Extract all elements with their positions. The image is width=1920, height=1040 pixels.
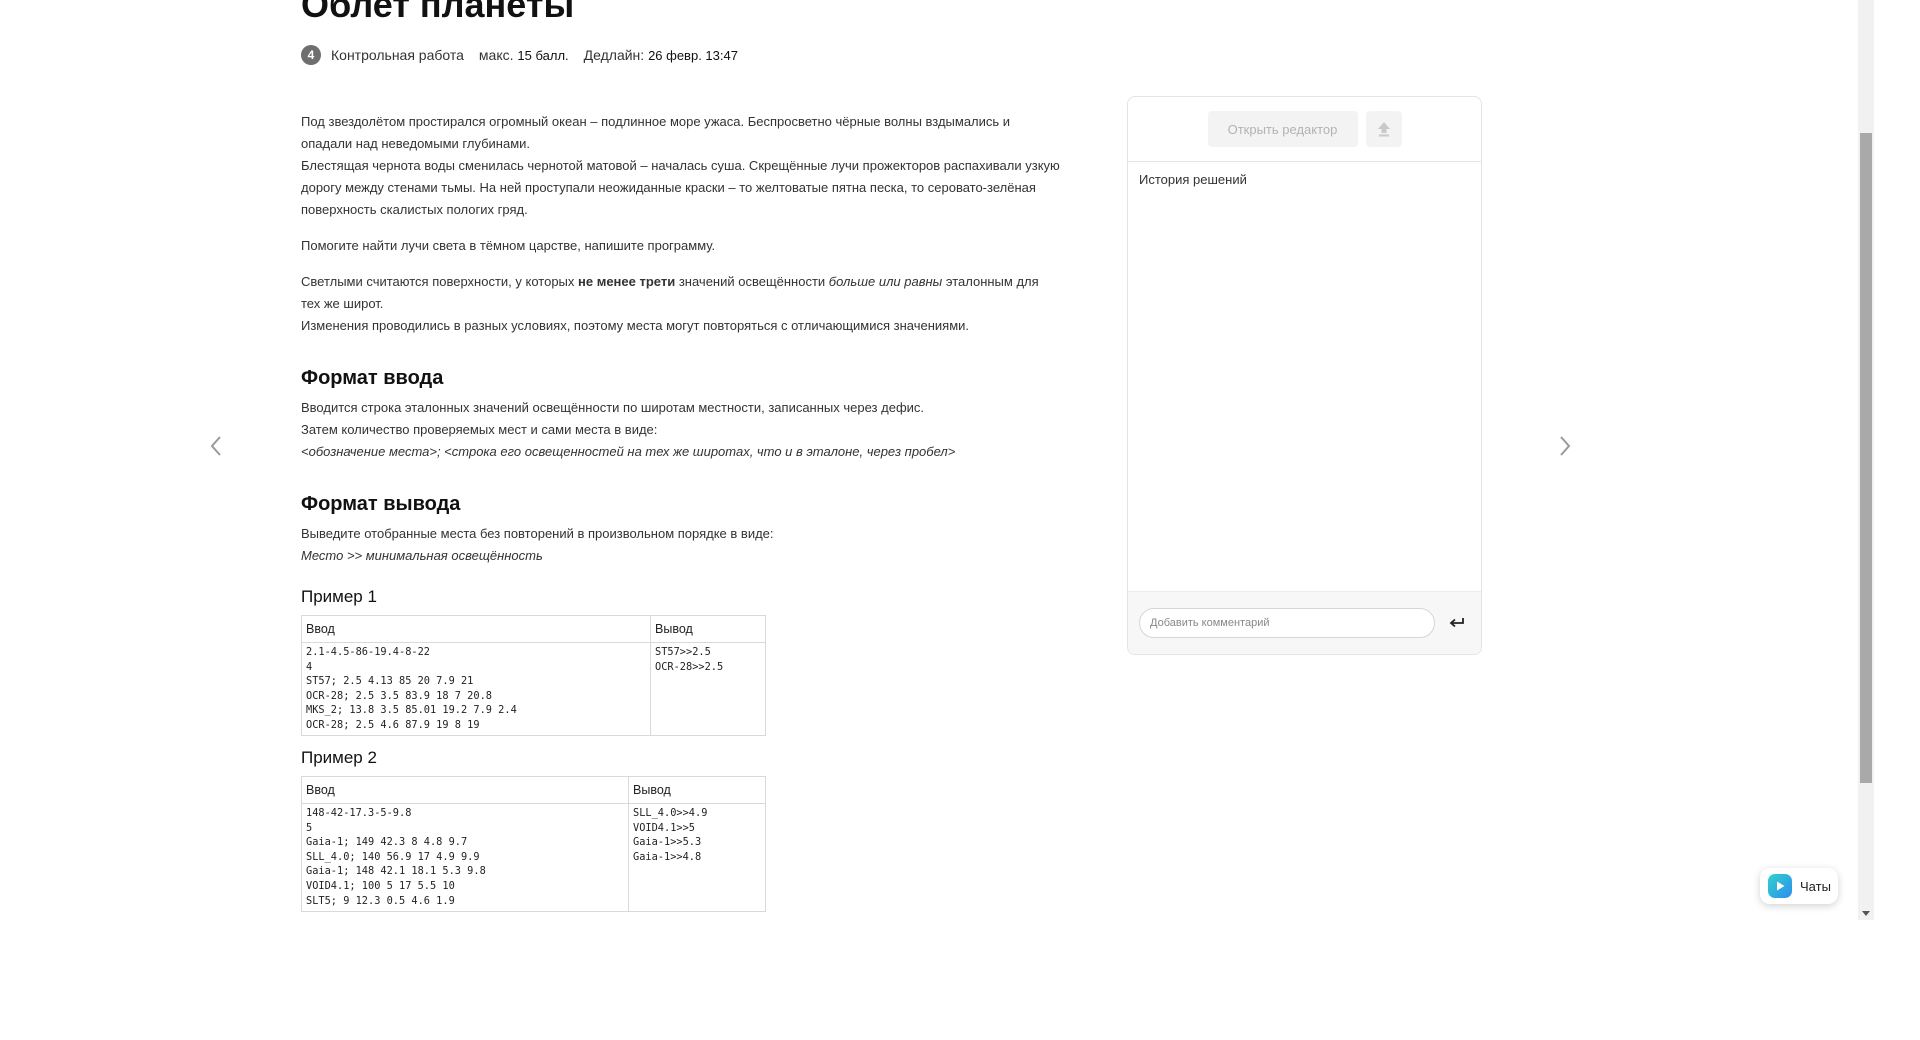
page-scrollbar[interactable]	[1858, 0, 1874, 920]
chat-play-icon	[1768, 874, 1792, 898]
scroll-down-arrow-icon[interactable]	[1862, 911, 1870, 916]
open-editor-button[interactable]: Открыть редактор	[1207, 111, 1358, 147]
example-title: Пример 1	[301, 587, 377, 606]
comment-input[interactable]	[1139, 608, 1435, 638]
example-input-header: Ввод	[301, 776, 629, 804]
task-meta: 4 Контрольная работа макс. 15 балл. Дедл…	[301, 44, 738, 66]
history-title: История решений	[1139, 172, 1247, 187]
statement-italic: больше или равны	[828, 274, 943, 289]
next-task-button[interactable]	[1553, 432, 1577, 460]
example-table: Ввод Вывод 148-42-17.3-5-9.8 5 Gaia-1; 1…	[301, 776, 766, 912]
input-format-line: Затем количество проверяемых мест и сами…	[301, 422, 658, 437]
example-input: 148-42-17.3-5-9.8 5 Gaia-1; 149 42.3 8 4…	[301, 803, 629, 912]
example-table: Ввод Вывод 2.1-4.5-86-19.4-8-22 4 ST57; …	[301, 615, 766, 736]
solution-panel: Открыть редактор История решений	[1127, 96, 1482, 655]
input-format-template: <обозначение места>; <строка его освещен…	[301, 444, 956, 459]
deadline-value: 26 февр. 13:47	[648, 47, 738, 63]
statement-paragraph: Под звездолётом простирался огромный оке…	[301, 111, 1061, 221]
output-format-heading: Формат вывода	[301, 493, 461, 515]
statement-paragraph: Светлыми считаются поверхности, у которы…	[301, 271, 1061, 337]
example-title: Пример 2	[301, 748, 377, 767]
output-format-template: Место >> минимальная освещённость	[301, 548, 543, 563]
upload-icon	[1377, 122, 1390, 137]
max-score-value: 15 балл.	[517, 47, 569, 63]
statement-paragraph: Помогите найти лучи света в тёмном царст…	[301, 238, 716, 253]
enter-arrow-icon	[1449, 618, 1464, 628]
example-output: ST57>>2.5 OCR-28>>2.5	[650, 642, 766, 736]
max-score-label: макс.	[478, 47, 514, 63]
input-format-line: Вводится строка эталонных значений освещ…	[301, 400, 925, 415]
task-number-badge: 4	[301, 45, 321, 65]
task-type: Контрольная работа	[331, 47, 464, 63]
statement-text-4c: значений освещённости	[675, 274, 829, 289]
prev-task-button[interactable]	[204, 432, 228, 460]
chevron-right-icon	[1560, 436, 1571, 456]
chevron-left-icon	[210, 436, 221, 456]
input-format-body: Вводится строка эталонных значений освещ…	[301, 397, 1061, 463]
output-format-line: Выведите отобранные места без повторений…	[301, 526, 774, 541]
statement-text-4a: Светлыми считаются поверхности, у которы…	[301, 274, 579, 289]
task-statement: Под звездолётом простирался огромный оке…	[301, 111, 1061, 912]
chats-button[interactable]: Чаты	[1760, 868, 1838, 904]
chats-label: Чаты	[1800, 878, 1831, 894]
example-input-header: Ввод	[301, 615, 651, 643]
statement-bold: не менее трети	[578, 274, 676, 289]
statement-text-5: Изменения проводились в разных условиях,…	[301, 318, 970, 333]
example-input: 2.1-4.5-86-19.4-8-22 4 ST57; 2.5 4.13 85…	[301, 642, 651, 736]
comment-bar	[1128, 591, 1481, 654]
example-output: SLL_4.0>>4.9 VOID4.1>>5 Gaia-1>>5.3 Gaia…	[628, 803, 766, 912]
deadline-label: Дедлайн:	[583, 47, 645, 63]
panel-toolbar: Открыть редактор	[1128, 97, 1481, 162]
upload-button[interactable]	[1365, 111, 1402, 147]
example-output-header: Вывод	[650, 615, 766, 643]
send-comment-button[interactable]	[1447, 613, 1467, 633]
statement-text-1: Под звездолётом простирался огромный оке…	[301, 114, 1011, 151]
scrollbar-thumb[interactable]	[1860, 133, 1872, 783]
statement-text-2: Блестящая чернота воды сменилась черното…	[301, 158, 1060, 217]
example-output-header: Вывод	[628, 776, 766, 804]
output-format-body: Выведите отобранные места без повторений…	[301, 523, 1061, 567]
page-title: Облет планеты	[301, 0, 575, 25]
input-format-heading: Формат ввода	[301, 367, 444, 389]
